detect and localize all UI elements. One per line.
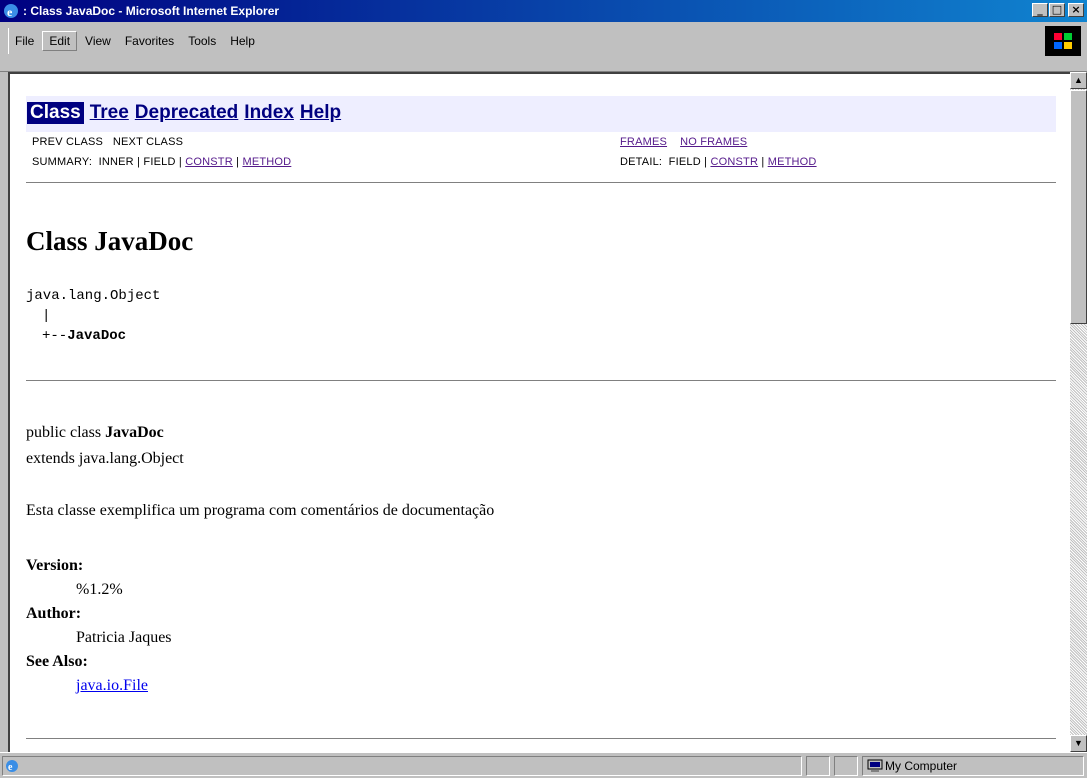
maximize-button[interactable]: □ bbox=[1049, 3, 1065, 17]
summary-constr-link[interactable]: CONSTR bbox=[185, 156, 233, 168]
next-class: NEXT CLASS bbox=[112, 136, 184, 148]
tree-branch-row: +--JavaDoc bbox=[26, 326, 160, 346]
title-bar: e : Class JavaDoc - Microsoft Internet E… bbox=[0, 0, 1087, 22]
summary-method-link[interactable]: METHOD bbox=[242, 156, 291, 168]
separator: | bbox=[761, 156, 765, 168]
separator: | bbox=[178, 156, 182, 168]
javadoc-navbar: Class Tree Deprecated Index Help bbox=[26, 96, 1056, 132]
status-bar: e My Computer bbox=[0, 752, 1087, 778]
frames-link[interactable]: FRAMES bbox=[620, 136, 667, 148]
divider bbox=[26, 738, 1056, 740]
status-zone-pane: My Computer bbox=[862, 756, 1084, 776]
summary-label: SUMMARY: bbox=[32, 156, 93, 168]
summary-field: FIELD bbox=[143, 156, 176, 168]
menu-tools[interactable]: Tools bbox=[188, 34, 216, 48]
separator: | bbox=[704, 156, 708, 168]
minimize-button[interactable]: _ bbox=[1032, 3, 1048, 17]
ie-icon: e bbox=[3, 3, 19, 19]
computer-icon bbox=[867, 759, 883, 776]
nav-deprecated[interactable]: Deprecated bbox=[135, 102, 239, 124]
prev-class: PREV CLASS bbox=[32, 136, 104, 148]
tree-branch: +-- bbox=[42, 328, 68, 344]
zone-label: My Computer bbox=[885, 759, 958, 773]
class-hierarchy: java.lang.Object | +--JavaDoc bbox=[26, 286, 160, 346]
svg-text:e: e bbox=[7, 5, 13, 19]
nav-class: Class bbox=[27, 102, 84, 124]
detail-nav: DETAIL: FIELD | CONSTR | METHOD bbox=[620, 156, 817, 168]
tree-root: java.lang.Object bbox=[26, 288, 161, 304]
decl-prefix: public class bbox=[26, 424, 106, 441]
status-pane bbox=[806, 756, 830, 776]
class-nav: PREV CLASS NEXT CLASS bbox=[32, 136, 183, 148]
detail-field: FIELD bbox=[668, 156, 701, 168]
menu-row: File Edit View Favorites Tools Help bbox=[8, 28, 269, 54]
see-also-label: See Also: bbox=[26, 653, 88, 670]
window-controls: _ □ × bbox=[1031, 3, 1084, 17]
nav-index[interactable]: Index bbox=[244, 102, 294, 124]
window-title: : Class JavaDoc - Microsoft Internet Exp… bbox=[23, 4, 280, 18]
class-description: Esta classe exemplifica um programa com … bbox=[26, 502, 495, 519]
page-title: Class JavaDoc bbox=[26, 226, 194, 256]
class-declaration: public class JavaDoc bbox=[26, 424, 164, 442]
scroll-thumb[interactable] bbox=[1070, 90, 1087, 324]
summary-nav: SUMMARY: INNER | FIELD | CONSTR | METHOD bbox=[32, 156, 291, 168]
divider bbox=[26, 182, 1056, 184]
page-viewport: Class Tree Deprecated Index Help PREV CL… bbox=[8, 72, 1070, 752]
close-button[interactable]: × bbox=[1068, 3, 1084, 17]
nav-links: Class Tree Deprecated Index Help bbox=[27, 102, 347, 124]
svg-text:e: e bbox=[8, 762, 13, 773]
menu-help[interactable]: Help bbox=[230, 34, 255, 48]
separator: | bbox=[137, 156, 141, 168]
frames-nav: FRAMES NO FRAMES bbox=[620, 136, 747, 148]
menu-file[interactable]: File bbox=[15, 34, 34, 48]
menu-view[interactable]: View bbox=[85, 34, 111, 48]
menu-bar: File Edit View Favorites Tools Help bbox=[0, 22, 1087, 72]
scroll-up-arrow-icon[interactable]: ▲ bbox=[1070, 72, 1087, 89]
no-frames-link[interactable]: NO FRAMES bbox=[680, 136, 747, 148]
summary-inner: INNER bbox=[98, 156, 134, 168]
extends-line: extends java.lang.Object bbox=[26, 450, 184, 467]
ie-page-icon: e bbox=[5, 759, 19, 776]
tag-list: Version: %1.2% Author: Patricia Jaques S… bbox=[26, 554, 172, 698]
vertical-scrollbar[interactable]: ▲ ▼ bbox=[1070, 72, 1087, 752]
nav-tree[interactable]: Tree bbox=[90, 102, 129, 124]
tree-child: JavaDoc bbox=[67, 328, 127, 344]
separator: | bbox=[236, 156, 240, 168]
see-also-link[interactable]: java.io.File bbox=[76, 677, 148, 694]
detail-method-link[interactable]: METHOD bbox=[768, 156, 817, 168]
menu-edit[interactable]: Edit bbox=[42, 31, 78, 51]
divider bbox=[26, 380, 1056, 382]
decl-name: JavaDoc bbox=[105, 424, 164, 441]
version-value: %1.2% bbox=[76, 581, 123, 598]
nav-help[interactable]: Help bbox=[300, 102, 341, 124]
version-label: Version: bbox=[26, 557, 84, 574]
status-main-pane: e bbox=[2, 756, 802, 776]
author-label: Author: bbox=[26, 605, 82, 622]
status-pane bbox=[834, 756, 858, 776]
tree-pipe: | bbox=[42, 308, 51, 324]
detail-constr-link[interactable]: CONSTR bbox=[710, 156, 758, 168]
windows-logo-icon bbox=[1045, 26, 1081, 56]
scroll-down-arrow-icon[interactable]: ▼ bbox=[1070, 735, 1087, 752]
author-value: Patricia Jaques bbox=[76, 629, 172, 646]
menu-favorites[interactable]: Favorites bbox=[125, 34, 174, 48]
detail-label: DETAIL: bbox=[620, 156, 663, 168]
